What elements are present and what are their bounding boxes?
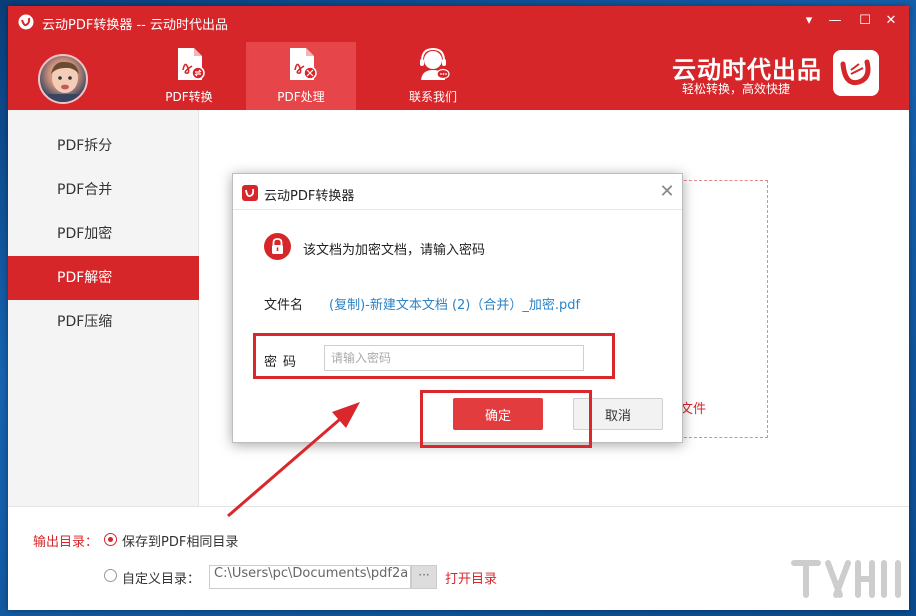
app-window: 云动PDF转换器 -- 云动时代出品 ▾ — ☐ ✕ PDF转换 PDF处理 联… bbox=[8, 6, 909, 610]
sidebar: PDF拆分 PDF合并 PDF加密 PDF解密 PDF压缩 bbox=[8, 110, 199, 506]
drop-hint-text: 文件 bbox=[680, 402, 707, 417]
sidebar-item-pdf-encrypt[interactable]: PDF加密 bbox=[8, 212, 199, 256]
watermark-logo-icon bbox=[791, 560, 901, 598]
option-same-dir-label[interactable]: 保存到PDF相同目录 bbox=[122, 531, 238, 550]
dialog-message: 该文档为加密文档，请输入密码 bbox=[303, 243, 486, 258]
sidebar-item-pdf-split[interactable]: PDF拆分 bbox=[8, 124, 199, 168]
brand-logo bbox=[833, 50, 879, 96]
lock-icon bbox=[264, 233, 291, 260]
open-dir-link[interactable]: 打开目录 bbox=[445, 568, 497, 587]
output-dir-label: 输出目录： bbox=[33, 535, 99, 550]
maximize-button[interactable]: ☐ bbox=[856, 12, 874, 30]
tab-contact-us[interactable]: 联系我们 bbox=[378, 42, 488, 110]
sidebar-item-pdf-compress[interactable]: PDF压缩 bbox=[8, 300, 199, 344]
close-window-button[interactable]: ✕ bbox=[882, 12, 900, 30]
minimize-button[interactable]: — bbox=[826, 12, 844, 30]
app-logo-icon bbox=[18, 14, 34, 30]
filename-label: 文件名 bbox=[264, 298, 304, 313]
radio-custom-dir[interactable] bbox=[104, 569, 117, 582]
output-settings: 输出目录： 保存到PDF相同目录 自定义目录： C:\Users\pc\Docu… bbox=[8, 506, 909, 610]
dialog-title: 云动PDF转换器 bbox=[264, 189, 355, 204]
filename-value: (复制)-新建文本文档 (2)（合并）_加密.pdf bbox=[329, 298, 581, 313]
menu-dropdown-button[interactable]: ▾ bbox=[800, 12, 818, 30]
dialog-header: 云动PDF转换器 ✕ bbox=[233, 174, 682, 210]
pdf-process-icon bbox=[290, 48, 317, 80]
option-custom-dir-label[interactable]: 自定义目录： bbox=[122, 568, 200, 587]
tab-label: PDF处理 bbox=[277, 90, 325, 104]
tab-label: 联系我们 bbox=[408, 90, 457, 104]
title-bar: 云动PDF转换器 -- 云动时代出品 ▾ — ☐ ✕ bbox=[8, 6, 909, 36]
password-label: 密码 bbox=[264, 355, 303, 370]
tab-label: PDF转换 bbox=[165, 90, 213, 104]
password-input[interactable] bbox=[324, 345, 584, 371]
app-header: 云动PDF转换器 -- 云动时代出品 ▾ — ☐ ✕ PDF转换 PDF处理 联… bbox=[8, 6, 909, 110]
password-dialog: 云动PDF转换器 ✕ 该文档为加密文档，请输入密码 文件名 (复制)-新建文本文… bbox=[232, 173, 683, 443]
window-title: 云动PDF转换器 -- 云动时代出品 bbox=[42, 18, 228, 33]
cancel-button[interactable]: 取消 bbox=[573, 398, 663, 430]
tab-pdf-convert[interactable]: PDF转换 bbox=[134, 42, 244, 110]
output-path-input[interactable]: C:\Users\pc\Documents\pdf2a bbox=[209, 565, 411, 589]
support-headset-icon bbox=[420, 47, 450, 80]
user-avatar[interactable] bbox=[38, 54, 88, 104]
avatar-face-icon bbox=[48, 61, 82, 102]
radio-same-dir[interactable] bbox=[104, 533, 117, 546]
sidebar-item-pdf-decrypt[interactable]: PDF解密 bbox=[8, 256, 199, 300]
brand-slogan: 轻松转换，高效快捷 bbox=[682, 82, 791, 96]
confirm-button[interactable]: 确定 bbox=[453, 398, 543, 430]
tab-pdf-process[interactable]: PDF处理 bbox=[246, 42, 356, 110]
app-logo-icon bbox=[242, 185, 258, 201]
sidebar-item-pdf-merge[interactable]: PDF合并 bbox=[8, 168, 199, 212]
brand-logo-icon bbox=[840, 59, 871, 86]
browse-button[interactable]: ··· bbox=[411, 565, 437, 589]
dialog-close-button[interactable]: ✕ bbox=[657, 182, 677, 202]
pdf-convert-icon bbox=[178, 48, 205, 80]
